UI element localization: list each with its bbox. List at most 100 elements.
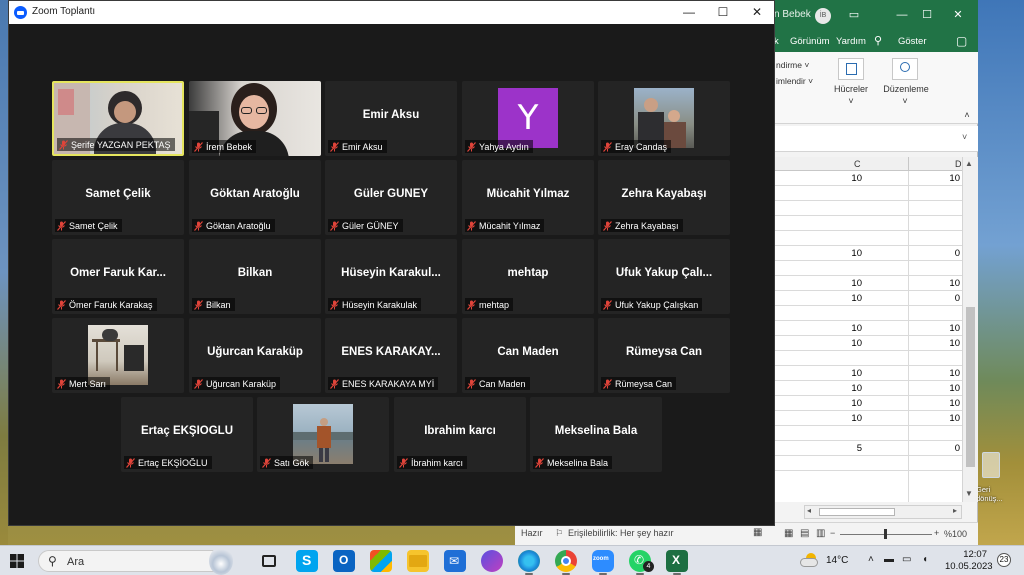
participant-tile[interactable]: Ertaç EKŞİOĞLU Ertaç EKŞİOĞLU [121,397,253,472]
participant-tile[interactable]: Mekselina Bala Mekselina Bala [530,397,662,472]
zoom-minimize-button[interactable]: — [675,2,703,22]
participant-tile[interactable]: Şerife YAZGAN PEKTAŞ [52,81,184,156]
cell-c[interactable] [774,231,862,246]
scroll-left-icon[interactable]: ◂ [807,506,811,515]
excel-app-icon[interactable]: X [666,550,688,575]
ribbon-conditional-format[interactable]: ndirme ˅ [776,60,809,70]
cell-d[interactable]: 10 [908,381,960,396]
battery-icon[interactable]: ▭ [902,554,911,565]
cell-d[interactable]: 10 [908,336,960,351]
zoom-in-icon[interactable]: + [934,528,939,538]
taskbar-search-box[interactable]: ⚲ Ara [38,547,233,575]
participant-tile[interactable]: Rümeysa Can Rümeysa Can [598,318,730,393]
cell-d[interactable] [908,261,960,276]
participant-tile[interactable]: Göktan Aratoğlu Göktan Aratoğlu [189,160,321,235]
cell-c[interactable]: 5 [774,441,862,456]
cell-c[interactable]: 10 [774,276,862,291]
cell-d[interactable]: 10 [908,366,960,381]
comment-icon[interactable]: ▢ [956,34,967,48]
zoom-app-icon[interactable]: zoom [592,550,614,575]
cell-c[interactable]: 10 [774,411,862,426]
excel-grid[interactable]: C D 10 10 10 0 10 10 10 0 10 10 10 10 10 10 10 10 10 10 10… [774,157,962,502]
table-row[interactable] [774,351,962,366]
participant-tile[interactable]: İbrahim karcı İbrahim karcı [394,397,526,472]
cell-c[interactable]: 10 [774,366,862,381]
scroll-down-icon[interactable]: ▼ [965,489,973,498]
menu-item-help[interactable]: Yardım [836,36,866,47]
cell-d[interactable]: 0 [908,291,960,306]
notification-badge[interactable]: 23 [997,553,1011,567]
zoom-level[interactable]: %100 [944,529,967,539]
network-icon[interactable]: ▬ [884,554,894,565]
cell-c[interactable] [774,306,862,321]
scroll-right-icon[interactable]: ▸ [953,506,957,515]
table-row[interactable]: 10 10 [774,276,962,291]
menu-item-show[interactable]: Göster [898,36,927,47]
windows-start-icon[interactable] [10,554,24,568]
cell-d[interactable] [908,186,960,201]
cell-c[interactable] [774,216,862,231]
table-row[interactable] [774,261,962,276]
participant-tile[interactable]: Ufuk Yakup Çalı... Ufuk Yakup Çalışkan [598,239,730,314]
ribbon-format-table[interactable]: imlendir ˅ [776,76,813,86]
excel-maximize-button[interactable]: ☐ [917,6,937,24]
table-row[interactable]: 10 10 [774,411,962,426]
chrome-icon[interactable] [555,550,577,575]
participant-tile[interactable]: Güler GÜNEY Güler GÜNEY [325,160,457,235]
cell-c[interactable]: 10 [774,321,862,336]
participant-tile[interactable]: mehtap mehtap [462,239,594,314]
participant-tile[interactable]: Can Maden Can Maden [462,318,594,393]
normal-view-icon[interactable]: ▦ [784,528,793,539]
zoom-out-icon[interactable]: − [830,528,835,538]
taskbar-clock[interactable]: 12:07 10.05.2023 [945,549,993,573]
participant-tile[interactable]: Mert Sarı [52,318,184,393]
excel-ribbon-display-icon[interactable]: ▭ [844,6,864,24]
menu-item-view[interactable]: Görünüm [790,36,830,47]
zoom-close-button[interactable]: ✕ [743,2,771,22]
cell-d[interactable] [908,456,960,471]
participant-tile[interactable]: Ömer Faruk Kar... Ömer Faruk Karakaş [52,239,184,314]
cell-c[interactable] [774,186,862,201]
excel-minimize-button[interactable]: — [892,6,912,24]
cell-d[interactable] [908,426,960,441]
mail-icon[interactable]: ✉ [444,550,466,572]
outlook-icon[interactable]: O [333,550,355,572]
page-layout-icon[interactable]: ▤ [800,528,809,539]
file-explorer-icon[interactable] [407,550,429,572]
ribbon-cells-label[interactable]: Hücreler [830,84,872,94]
zoom-slider-thumb[interactable] [884,529,887,539]
participant-tile[interactable]: Mücahit Yılmaz Mücahit Yılmaz [462,160,594,235]
participant-tile[interactable]: Satı Gök [257,397,389,472]
excel-user-avatar[interactable]: İB [815,8,831,24]
cell-c[interactable] [774,426,862,441]
ribbon-editing-label[interactable]: Düzenleme [878,84,934,94]
weather-temperature[interactable]: 14°C [826,555,848,566]
table-row[interactable]: 10 10 [774,321,962,336]
cell-d[interactable]: 0 [908,246,960,261]
cell-c[interactable]: 10 [774,171,862,186]
hscroll-thumb[interactable] [819,508,895,516]
cell-c[interactable] [774,261,862,276]
participant-tile[interactable]: Eray Candaş [598,81,730,156]
table-row[interactable]: 10 10 [774,171,962,186]
recycle-bin-icon[interactable] [982,452,1000,478]
table-row[interactable] [774,456,962,471]
cell-d[interactable] [908,216,960,231]
store-icon[interactable] [370,550,392,572]
assistant-icon[interactable] [481,550,503,572]
grid-view-icon[interactable]: ▦ [753,527,762,538]
table-row[interactable]: 10 10 [774,366,962,381]
participant-tile[interactable]: Zehra Kayabaşı Zehra Kayabaşı [598,160,730,235]
cell-d[interactable] [908,351,960,366]
excel-formula-bar[interactable]: ˅ [774,126,978,152]
participant-tile[interactable]: ENES KARAKAY... ENES KARAKAYA MYİ [325,318,457,393]
volume-icon[interactable]: ◖ [922,554,928,565]
table-row[interactable] [774,306,962,321]
table-row[interactable]: 10 10 [774,381,962,396]
magnifier-icon[interactable] [892,58,918,80]
table-row[interactable] [774,201,962,216]
table-row[interactable]: 50 [774,441,962,456]
ribbon-collapse-icon[interactable]: ˄ [960,110,974,120]
cell-d[interactable]: 10 [908,396,960,411]
weather-icon[interactable] [800,553,822,567]
